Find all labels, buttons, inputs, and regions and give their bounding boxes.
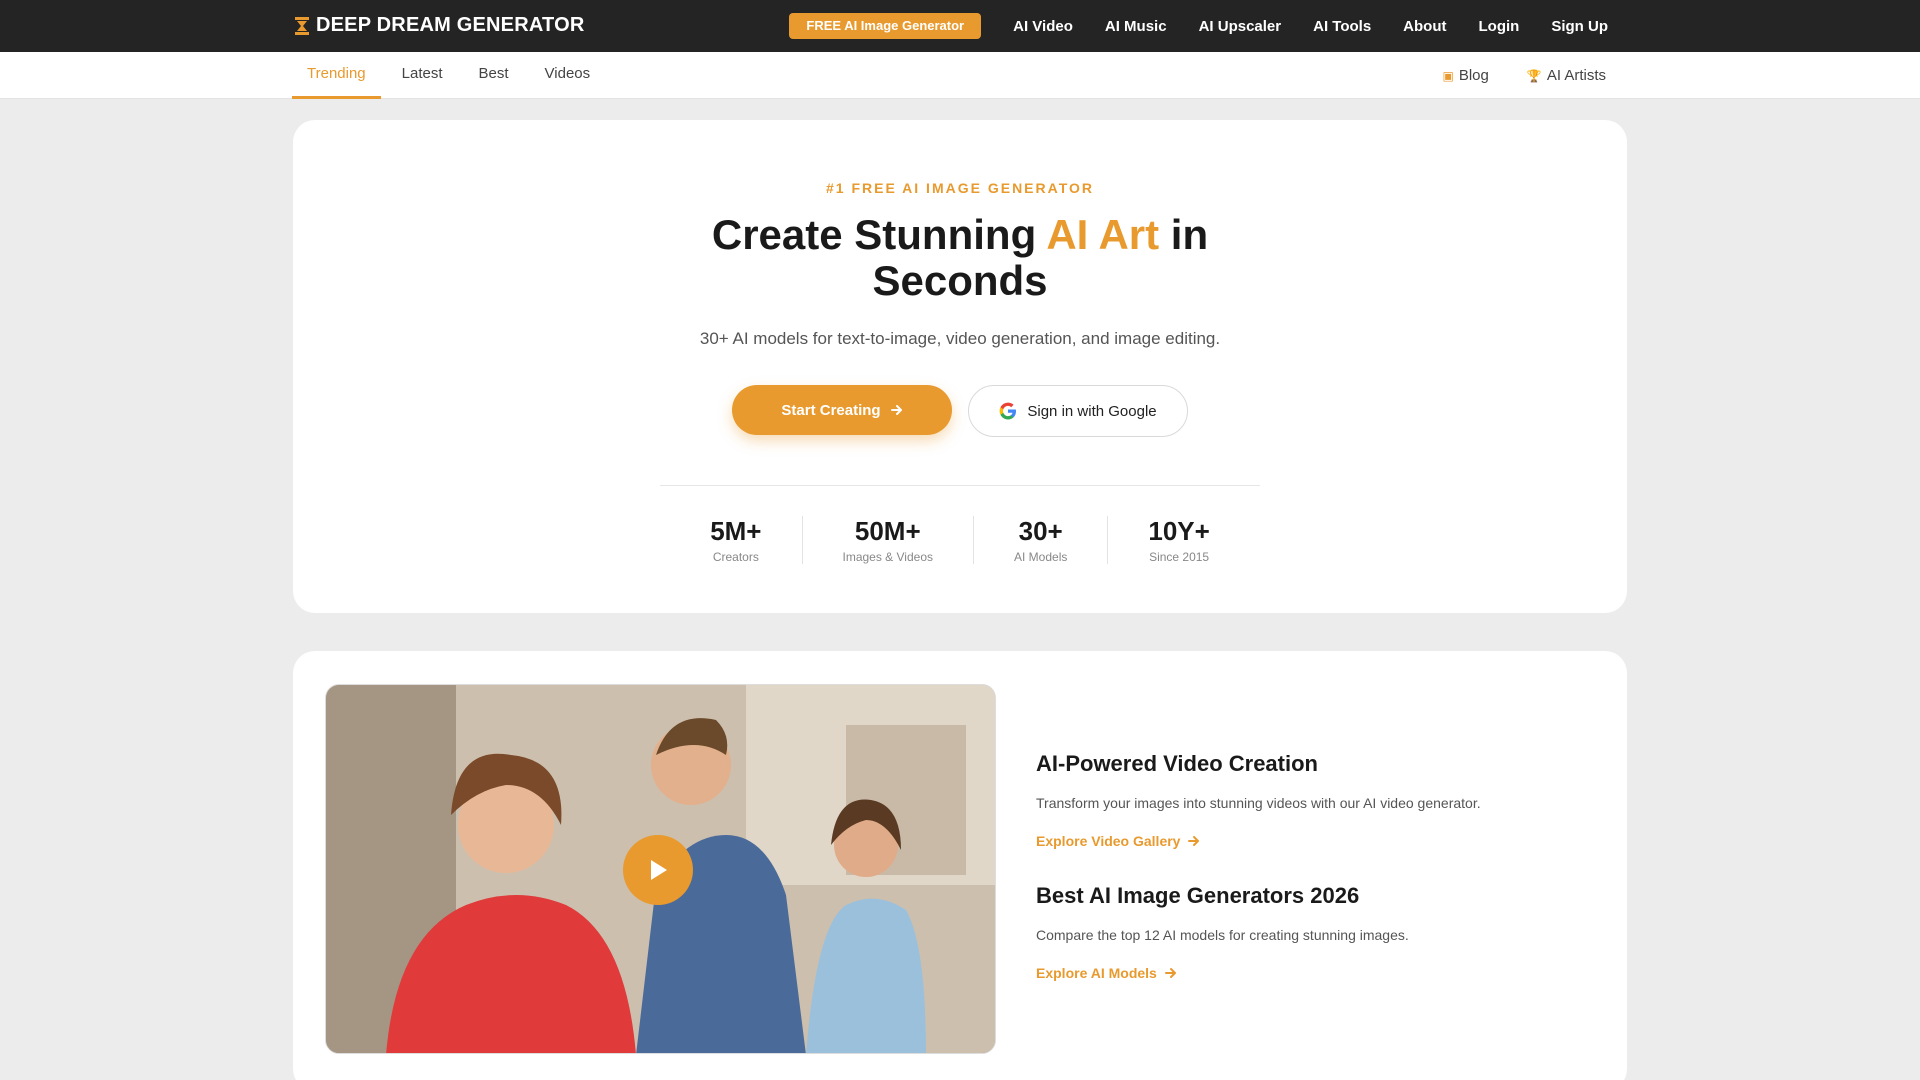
explore-video-gallery-link[interactable]: Explore Video Gallery — [1036, 833, 1556, 849]
explore-ai-models-link[interactable]: Explore AI Models — [1036, 965, 1556, 981]
video-heading: AI-Powered Video Creation — [1036, 751, 1318, 776]
sub-nav-right: ▣ Blog 🏆 AI Artists — [1442, 52, 1606, 99]
tab-latest[interactable]: Latest — [387, 52, 458, 99]
book-icon: ▣ — [1442, 68, 1454, 83]
nav-login[interactable]: Login — [1479, 18, 1520, 35]
hero-title-accent: AI Art — [1046, 211, 1160, 258]
models-description: Compare the top 12 AI models for creatin… — [1036, 927, 1409, 943]
feature-text: AI-Powered Video Creation Transform your… — [1036, 751, 1556, 981]
stat-value: 50M+ — [854, 516, 921, 546]
explore-ai-models-label: Explore AI Models — [1036, 965, 1157, 981]
ai-artists-label: AI Artists — [1546, 67, 1606, 84]
nav-ai-music[interactable]: AI Music — [1105, 18, 1167, 35]
google-sign-in-label: Sign in with Google — [1027, 402, 1157, 420]
hero-cta-row: Start Creating Sign in with Google — [293, 385, 1627, 437]
explore-video-gallery-label: Explore Video Gallery — [1036, 833, 1181, 849]
tab-videos[interactable]: Videos — [530, 52, 606, 99]
gallery-tabs: Trending Latest Best Videos — [292, 52, 611, 99]
nav-sign-up[interactable]: Sign Up — [1551, 18, 1608, 35]
brand-logo[interactable]: DEEP DREAM GENERATOR — [294, 14, 584, 37]
feature-card: AI-Powered Video Creation Transform your… — [293, 651, 1627, 1080]
play-button[interactable] — [623, 835, 693, 905]
hourglass-logo-icon — [295, 16, 309, 35]
stat-value: 10Y+ — [1148, 516, 1210, 546]
arrow-right-icon — [1188, 836, 1200, 846]
free-image-generator-button[interactable]: FREE AI Image Generator — [789, 13, 982, 39]
blog-link[interactable]: ▣ Blog — [1442, 67, 1488, 84]
stat-value: 5M+ — [710, 516, 762, 546]
stat-label: Creators — [712, 550, 759, 564]
start-creating-label: Start Creating — [781, 401, 881, 419]
hero-title-pre: Create Stunning — [711, 211, 1047, 258]
play-icon — [651, 860, 667, 880]
stat-since: 10Y+ Since 2015 — [1107, 516, 1249, 564]
ai-artists-link[interactable]: 🏆 AI Artists — [1527, 67, 1606, 84]
hero-subtitle: 30+ AI models for text-to-image, video g… — [699, 329, 1221, 348]
hero-divider — [660, 485, 1260, 486]
stat-images-videos: 50M+ Images & Videos — [801, 516, 974, 564]
stats-row: 5M+ Creators 50M+ Images & Videos 30+ AI… — [293, 516, 1627, 564]
hero-card: #1 FREE AI IMAGE GENERATOR Create Stunni… — [293, 120, 1627, 613]
stat-ai-models: 30+ AI Models — [973, 516, 1107, 564]
stat-label: Since 2015 — [1149, 550, 1210, 564]
video-preview[interactable] — [325, 684, 996, 1054]
nav-ai-upscaler[interactable]: AI Upscaler — [1199, 18, 1282, 35]
sub-navbar: Trending Latest Best Videos ▣ Blog 🏆 AI … — [0, 52, 1920, 99]
nav-ai-video[interactable]: AI Video — [1013, 18, 1073, 35]
brand-name: DEEP DREAM GENERATOR — [316, 14, 585, 36]
tab-best[interactable]: Best — [464, 52, 524, 99]
stat-label: AI Models — [1014, 550, 1068, 564]
arrow-right-icon — [1164, 968, 1176, 978]
stat-value: 30+ — [1018, 516, 1063, 546]
start-creating-button[interactable]: Start Creating — [732, 385, 952, 435]
models-heading: Best AI Image Generators 2026 — [1036, 883, 1360, 908]
nav-about[interactable]: About — [1403, 18, 1446, 35]
tab-trending[interactable]: Trending — [292, 52, 381, 99]
google-sign-in-button[interactable]: Sign in with Google — [968, 385, 1188, 437]
top-navbar: DEEP DREAM GENERATOR FREE AI Image Gener… — [0, 0, 1920, 52]
hero-eyebrow: #1 FREE AI IMAGE GENERATOR — [826, 180, 1094, 196]
arrow-right-icon — [890, 405, 902, 415]
main-nav: FREE AI Image Generator AI Video AI Musi… — [789, 12, 1622, 40]
nav-ai-tools[interactable]: AI Tools — [1313, 18, 1371, 35]
trophy-icon: 🏆 — [1526, 68, 1542, 83]
stat-creators: 5M+ Creators — [670, 516, 801, 564]
stat-label: Images & Videos — [842, 550, 934, 564]
google-g-icon — [999, 402, 1017, 420]
video-description: Transform your images into stunning vide… — [1036, 795, 1481, 811]
hero-title: Create Stunning AI Art in Seconds — [680, 212, 1240, 304]
blog-label: Blog — [1458, 67, 1489, 84]
